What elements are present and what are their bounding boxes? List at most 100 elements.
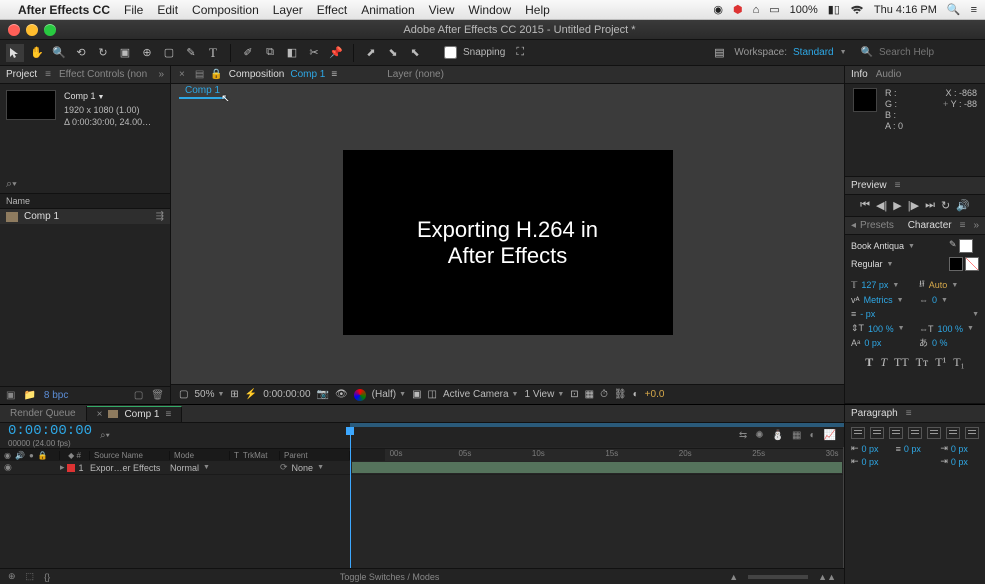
hand-tool-icon[interactable]: ✋	[28, 44, 46, 62]
zoom-in-icon[interactable]: ▲▲	[818, 572, 836, 582]
baseline-shift-field[interactable]: Aᵃ0 px	[851, 336, 911, 349]
trash-icon[interactable]: 🗑	[151, 390, 164, 401]
col-parent[interactable]: Parent	[280, 451, 350, 460]
panel-menu-icon[interactable]: ≡	[895, 180, 901, 191]
channel-icon[interactable]	[354, 389, 366, 401]
viewer-timecode[interactable]: 0:00:00:00	[263, 389, 310, 400]
record-icon[interactable]: ◉	[713, 3, 723, 16]
comp-mini-flowchart-icon[interactable]: ⇆	[739, 430, 747, 441]
horizontal-scale-field[interactable]: ⇔T100 %▼	[919, 323, 979, 334]
close-window-button[interactable]	[8, 24, 20, 36]
interpret-footage-icon[interactable]: ▣	[6, 390, 15, 401]
tab-preview[interactable]: Preview	[851, 180, 887, 191]
display-icon[interactable]: ▭	[769, 3, 779, 16]
expand-properties-icon[interactable]: ⊕	[8, 571, 16, 582]
transparency-icon[interactable]: ◫	[428, 389, 437, 400]
first-frame-button[interactable]: ⏮	[860, 199, 870, 212]
menu-composition[interactable]: Composition	[192, 3, 259, 17]
motion-blur-icon[interactable]: ◐	[810, 430, 816, 441]
panel-menu-icon[interactable]: ≡	[960, 220, 966, 231]
selection-tool-icon[interactable]	[6, 44, 24, 62]
tab-character[interactable]: Character	[908, 220, 952, 231]
cc-icon[interactable]: ⌂	[753, 4, 760, 16]
all-caps-button[interactable]: TT	[894, 355, 909, 370]
eraser-tool-icon[interactable]: ◧	[283, 44, 301, 62]
views-dropdown[interactable]: 1 View▼	[524, 389, 564, 400]
indent-right-field[interactable]: ⇥0 px	[940, 443, 979, 454]
panel-menu-icon[interactable]: ≡	[45, 69, 51, 80]
fast-preview-icon[interactable]: ⚡	[245, 389, 257, 400]
battery-icon[interactable]: ▮▯	[828, 3, 840, 16]
tab-effect-controls[interactable]: Effect Controls (non	[59, 69, 147, 80]
tsume-field[interactable]: あ0 %	[919, 336, 979, 349]
resolution-icon[interactable]: ⊞	[230, 389, 238, 400]
mute-button[interactable]: 🔊	[956, 199, 970, 212]
search-help-input[interactable]	[879, 47, 979, 58]
lock-icon[interactable]: 🔒	[210, 69, 222, 80]
orbit-tool-icon[interactable]: ⟲	[72, 44, 90, 62]
last-frame-button[interactable]: ⏭	[925, 199, 935, 212]
solo-col-icon[interactable]: ●	[29, 451, 34, 460]
composition-canvas[interactable]: Exporting H.264 in After Effects	[343, 150, 673, 335]
quality-dropdown[interactable]: (Half)▼	[372, 389, 406, 400]
first-line-field[interactable]: ⇤0 px	[851, 456, 890, 467]
camera-tool-icon[interactable]: ▣	[116, 44, 134, 62]
tracking-field[interactable]: ⇔0▼	[919, 295, 979, 305]
align-right-button[interactable]	[889, 427, 903, 439]
eyedropper-icon[interactable]: ✎	[949, 239, 957, 253]
col-t[interactable]: T	[234, 451, 239, 460]
kerning-field[interactable]: ᴠᴬMetrics▼	[851, 295, 911, 305]
workspace-grid-icon[interactable]: ▤	[710, 44, 728, 62]
roto-tool-icon[interactable]: ✂	[305, 44, 323, 62]
battery-text[interactable]: 100%	[790, 4, 818, 16]
faux-bold-button[interactable]: T	[865, 355, 873, 370]
type-tool-icon[interactable]: T	[204, 44, 222, 62]
col-source-name[interactable]: Source Name	[90, 451, 170, 460]
col-mode[interactable]: Mode	[170, 451, 230, 460]
timeline-body[interactable]: ◉ ▸1 Expor…er Effects Normal ▼ ⟳ None ▼	[0, 461, 844, 568]
col-trkmat[interactable]: TrkMat	[243, 451, 268, 460]
justify-last-right-button[interactable]	[946, 427, 960, 439]
draft-3d-icon[interactable]: ✺	[755, 430, 763, 441]
menu-file[interactable]: File	[124, 3, 143, 17]
vertical-scale-field[interactable]: ⇕T100 %▼	[851, 323, 911, 334]
anchor-tool-icon[interactable]: ⊕	[138, 44, 156, 62]
search-timeline-icon[interactable]: ⌕▾	[100, 430, 110, 441]
spotlight-icon[interactable]: 🔍	[947, 3, 961, 16]
layer-parent-dropdown[interactable]: ⟳ None ▼	[280, 462, 350, 473]
viewer-stage[interactable]: Exporting H.264 in After Effects	[171, 101, 844, 384]
reset-exposure-icon[interactable]: ◐	[633, 389, 639, 400]
brush-tool-icon[interactable]: ✐	[239, 44, 257, 62]
menu-window[interactable]: Window	[468, 3, 511, 17]
timeline-ruler[interactable]: 00s 05s 10s 15s 20s 25s 30s	[385, 449, 844, 461]
layer-name[interactable]: Expor…er Effects	[90, 463, 170, 473]
menu-layer[interactable]: Layer	[273, 3, 303, 17]
current-time-display[interactable]: 0:00:00:00	[8, 423, 92, 439]
zoom-window-button[interactable]	[44, 24, 56, 36]
small-caps-button[interactable]: Tᴛ	[916, 355, 929, 370]
tab-audio[interactable]: Audio	[876, 69, 902, 80]
layer-mode-dropdown[interactable]: Normal ▼	[170, 463, 230, 473]
frame-blend-icon[interactable]: ▦	[792, 430, 801, 441]
audio-col-icon[interactable]: 🔊	[15, 451, 25, 460]
justify-last-left-button[interactable]	[908, 427, 922, 439]
panel-menu-icon[interactable]: ≡	[906, 408, 912, 419]
puppet-tool-icon[interactable]: 📌	[327, 44, 345, 62]
new-folder-icon[interactable]: 📁	[23, 390, 35, 401]
layer-label-color[interactable]	[67, 464, 75, 472]
lock-col-icon[interactable]: 🔒	[38, 451, 48, 460]
menu-view[interactable]: View	[429, 3, 455, 17]
wifi-icon[interactable]	[850, 5, 864, 15]
comp-thumbnail[interactable]	[6, 90, 56, 120]
clock-text[interactable]: Thu 4:16 PM	[874, 4, 937, 16]
no-color-swatch[interactable]	[965, 257, 979, 271]
snapshot-icon[interactable]: 📷	[317, 389, 329, 400]
panel-expand-icon[interactable]: »	[973, 220, 979, 231]
font-size-field[interactable]: 𝕋127 px▼	[851, 277, 911, 293]
fill-color-swatch[interactable]	[959, 239, 973, 253]
snapping-options-icon[interactable]: ⛶	[511, 44, 529, 62]
panel-menu-icon[interactable]: ≡	[331, 69, 337, 80]
pixel-aspect-icon[interactable]: ⊡	[570, 389, 578, 400]
tab-paragraph[interactable]: Paragraph	[851, 408, 898, 419]
flowchart-icon[interactable]: ⇶	[156, 211, 164, 222]
